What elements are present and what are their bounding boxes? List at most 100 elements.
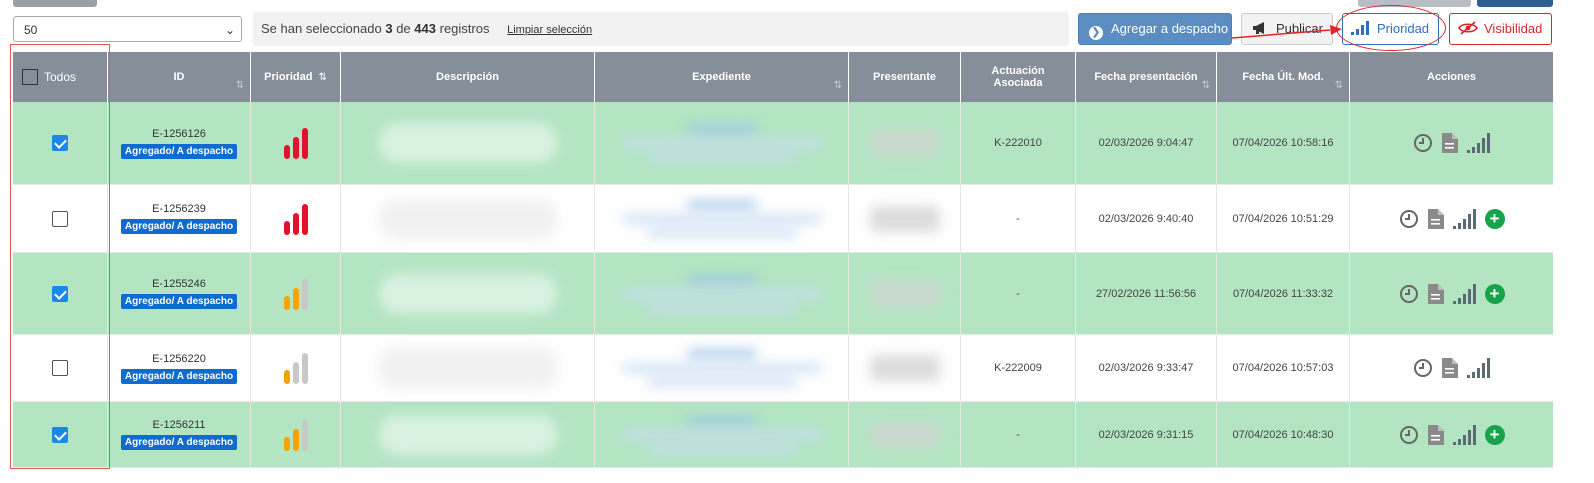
document-icon[interactable] xyxy=(1441,132,1459,154)
row-checkbox[interactable] xyxy=(52,360,68,376)
signal-bars-icon[interactable] xyxy=(1466,133,1491,153)
actuacion-cell: K-222009 xyxy=(961,335,1076,401)
priority-bars-icon xyxy=(283,419,308,451)
fecha-presentacion-value: 02/03/2026 9:31:15 xyxy=(1098,428,1194,441)
document-icon[interactable] xyxy=(1427,283,1445,305)
redacted-expediente xyxy=(686,200,757,209)
row-checkbox[interactable] xyxy=(52,210,68,227)
row-checkbox[interactable] xyxy=(52,135,68,151)
redacted-expediente xyxy=(621,289,822,298)
row-select-cell xyxy=(13,185,108,252)
table-row[interactable]: E-1256211 Agregado/ A despacho - 02/03/2… xyxy=(13,402,1553,468)
sort-icon[interactable]: ⇅ xyxy=(834,80,842,91)
actuacion-cell: - xyxy=(961,185,1076,252)
fecha-mod-value: 07/04/2026 10:57:03 xyxy=(1232,362,1334,374)
signal-bars-icon[interactable] xyxy=(1452,283,1477,304)
header-presentante: Presentante xyxy=(849,52,961,102)
clock-icon[interactable] xyxy=(1399,425,1419,445)
clock-icon[interactable] xyxy=(1413,133,1433,153)
top-button-cut-2[interactable] xyxy=(1358,0,1471,7)
priority-cell xyxy=(251,185,341,252)
chevron-right-icon: ❯ xyxy=(1089,26,1103,40)
redacted-expediente xyxy=(646,303,797,312)
id-cell: E-1256211 Agregado/ A despacho xyxy=(108,402,251,467)
status-badge: Agregado/ A despacho xyxy=(120,368,238,384)
clock-icon[interactable] xyxy=(1399,209,1419,229)
header-id[interactable]: ID ⇅ xyxy=(108,52,251,102)
sort-icon[interactable]: ⇅ xyxy=(236,80,244,91)
redacted-expediente xyxy=(686,350,757,358)
table-row[interactable]: E-1256126 Agregado/ A despacho K-222010 … xyxy=(13,102,1553,185)
document-icon[interactable] xyxy=(1427,424,1445,446)
page-size-select[interactable]: 50 ⌄ xyxy=(13,16,242,42)
header-expediente[interactable]: Expediente ⇅ xyxy=(595,52,849,102)
row-checkbox[interactable] xyxy=(52,426,68,443)
document-icon[interactable] xyxy=(1441,357,1459,379)
header-actuacion-label-1: Actuación xyxy=(991,65,1045,77)
visibility-button[interactable]: Visibilidad xyxy=(1449,13,1552,45)
fecha-mod-cell: 07/04/2026 10:58:16 xyxy=(1217,102,1350,184)
expediente-cell[interactable] xyxy=(595,253,849,334)
redacted-presentante xyxy=(869,130,940,156)
actuacion-value: - xyxy=(1016,212,1020,225)
selection-suffix: registros xyxy=(439,21,490,36)
fecha-mod-value: 07/04/2026 10:58:16 xyxy=(1232,137,1334,149)
header-fecha-presentacion[interactable]: Fecha presentación ⇅ xyxy=(1076,52,1217,102)
signal-bars-icon[interactable] xyxy=(1466,358,1491,378)
selection-total: 443 xyxy=(414,21,436,36)
status-badge: Agregado/ A despacho xyxy=(120,143,238,159)
add-circle-icon[interactable]: + xyxy=(1484,424,1505,445)
sort-icon[interactable]: ⇅ xyxy=(1335,80,1343,91)
records-table: Todos ID ⇅ Prioridad ⇅ Descripción Exped… xyxy=(13,52,1553,468)
despacho-label: Agregar a despacho xyxy=(1111,21,1229,36)
table-row[interactable]: E-1255246 Agregado/ A despacho - 27/02/2… xyxy=(13,253,1553,335)
fecha-presentacion-value: 02/03/2026 9:33:47 xyxy=(1098,362,1194,374)
redacted-presentante xyxy=(869,280,940,307)
selection-prefix: Se han seleccionado xyxy=(261,21,382,36)
row-checkbox[interactable] xyxy=(52,285,68,302)
expediente-cell[interactable] xyxy=(595,185,849,252)
visibility-label: Visibilidad xyxy=(1484,21,1543,36)
megaphone-icon xyxy=(1253,22,1264,34)
id-cell: E-1255246 Agregado/ A despacho xyxy=(108,253,251,334)
fecha-mod-cell: 07/04/2026 10:57:03 xyxy=(1217,335,1350,401)
redacted-expediente xyxy=(686,275,757,284)
header-todos-label: Todos xyxy=(44,70,77,84)
publish-button[interactable]: Publicar xyxy=(1241,13,1333,45)
clear-selection-link[interactable]: Limpiar selección xyxy=(507,24,592,36)
redacted-expediente xyxy=(646,153,797,161)
select-all-checkbox[interactable] xyxy=(22,69,38,85)
document-icon[interactable] xyxy=(1427,208,1445,230)
redacted-expediente xyxy=(686,125,757,133)
actuacion-cell: - xyxy=(961,253,1076,334)
id-cell: E-1256220 Agregado/ A despacho xyxy=(108,335,251,401)
expediente-cell[interactable] xyxy=(595,102,849,184)
signal-bars-icon[interactable] xyxy=(1452,208,1477,229)
clock-icon[interactable] xyxy=(1413,358,1433,378)
header-prioridad[interactable]: Prioridad ⇅ xyxy=(251,52,341,102)
fecha-presentacion-cell: 02/03/2026 9:04:47 xyxy=(1076,102,1217,184)
sort-icon[interactable]: ⇅ xyxy=(1202,80,1210,91)
add-circle-icon[interactable]: + xyxy=(1484,208,1505,229)
table-row[interactable]: E-1256220 Agregado/ A despacho K-222009 … xyxy=(13,335,1553,402)
clock-icon[interactable] xyxy=(1399,284,1419,304)
redacted-expediente xyxy=(646,228,797,237)
top-button-cut-3[interactable] xyxy=(1477,0,1553,7)
priority-button[interactable]: Prioridad xyxy=(1342,13,1439,45)
expediente-cell[interactable] xyxy=(595,335,849,401)
top-button-cut-1[interactable] xyxy=(13,0,97,7)
add-circle-icon[interactable]: + xyxy=(1484,283,1505,304)
actions-cell xyxy=(1350,102,1553,184)
add-to-despacho-button[interactable]: ❯ Agregar a despacho xyxy=(1078,13,1232,45)
fecha-mod-cell: 07/04/2026 10:51:29 xyxy=(1217,185,1350,252)
fecha-presentacion-cell: 02/03/2026 9:33:47 xyxy=(1076,335,1217,401)
expediente-cell[interactable] xyxy=(595,402,849,467)
descripcion-cell xyxy=(341,335,595,401)
actuacion-value: - xyxy=(1016,428,1020,441)
header-select-all[interactable]: Todos xyxy=(13,52,108,102)
table-row[interactable]: E-1256239 Agregado/ A despacho - 02/03/2… xyxy=(13,185,1553,253)
sort-active-icon[interactable]: ⇅ xyxy=(318,72,326,83)
header-fecha-mod[interactable]: Fecha Últ. Mod. ⇅ xyxy=(1217,52,1350,102)
presentante-cell xyxy=(849,253,961,334)
signal-bars-icon[interactable] xyxy=(1452,424,1477,445)
